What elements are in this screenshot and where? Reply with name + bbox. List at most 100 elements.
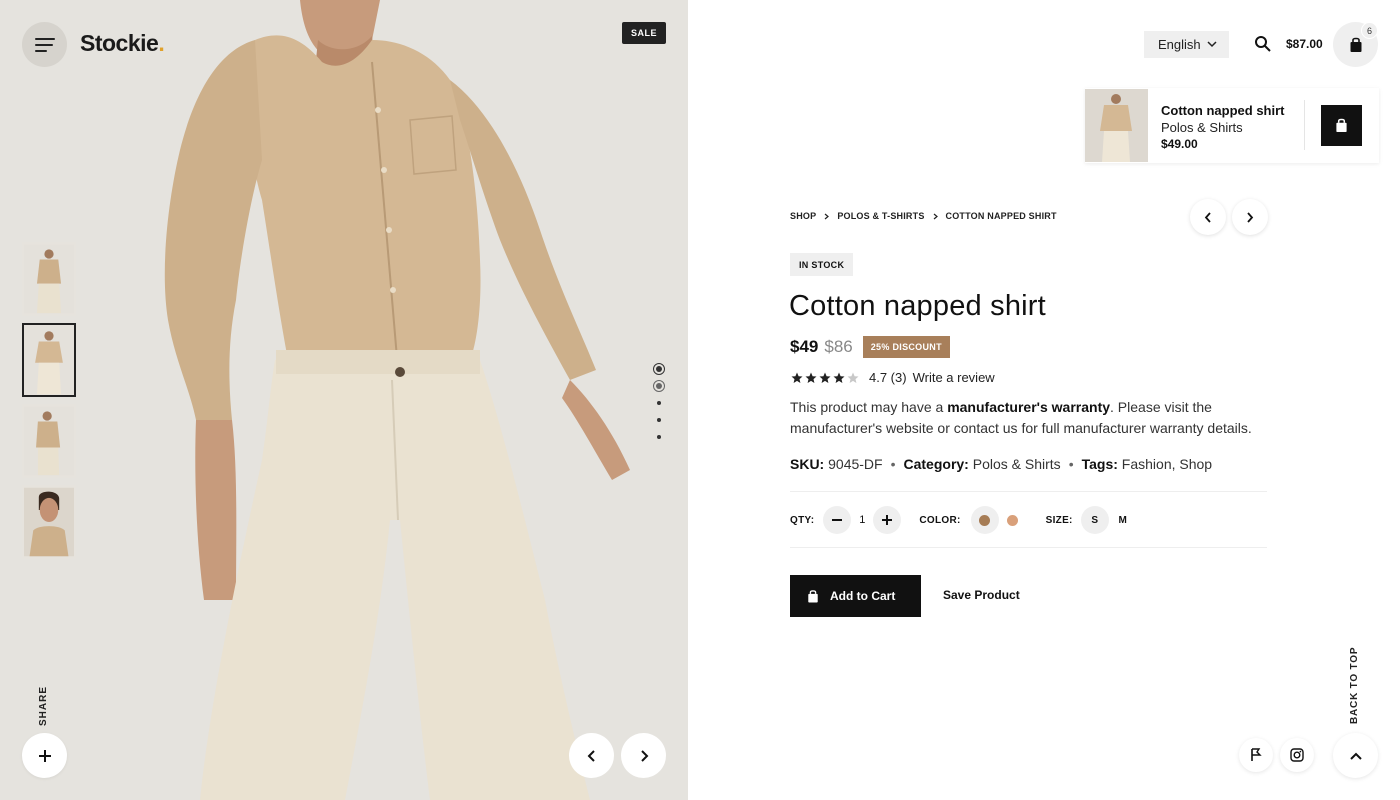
pagination-dot-fill xyxy=(657,434,661,439)
mini-product-category: Polos & Shirts xyxy=(1161,120,1243,135)
brand-dot: . xyxy=(158,30,165,56)
chevron-left-icon xyxy=(587,749,595,762)
star-empty-icon xyxy=(847,372,859,383)
thumbnail-front[interactable] xyxy=(22,242,76,316)
separator: • xyxy=(1068,456,1074,472)
discount-badge: 25% DISCOUNT xyxy=(862,336,950,358)
search-button[interactable] xyxy=(1254,35,1272,53)
current-price: $49 xyxy=(790,337,819,356)
star-filled-icon xyxy=(819,372,831,383)
qty-increase-button[interactable] xyxy=(873,506,902,534)
thumbnail-image xyxy=(24,406,74,476)
divider xyxy=(790,491,1267,492)
size-s-button[interactable]: S xyxy=(1080,506,1109,534)
product-gallery: Stockie. SALE SHARE xyxy=(0,0,688,800)
chevron-right-icon xyxy=(933,213,938,220)
pagination-dot-ring xyxy=(653,379,665,392)
color-label: COLOR: xyxy=(919,514,961,526)
back-to-top-label[interactable]: BACK TO TOP xyxy=(1349,647,1360,724)
breadcrumb-category[interactable]: POLOS & T-SHIRTS xyxy=(837,211,924,221)
sku-label: SKU: xyxy=(790,456,825,472)
add-to-cart-button[interactable]: Add to Cart xyxy=(790,575,921,617)
write-review-link[interactable]: Write a review xyxy=(913,370,995,385)
cart-count-badge: 6 xyxy=(1361,22,1378,39)
next-product-button[interactable] xyxy=(1232,199,1268,235)
thumbnail-image xyxy=(24,244,74,314)
star-filled-icon xyxy=(833,372,845,383)
pagination-dot[interactable] xyxy=(652,411,666,428)
color-swatch-brown[interactable] xyxy=(970,506,999,534)
language-label: English xyxy=(1158,37,1201,52)
menu-button[interactable] xyxy=(22,22,67,67)
qty-label: QTY: xyxy=(790,514,815,526)
gallery-prev-button[interactable] xyxy=(569,733,614,778)
star-filled-icon xyxy=(791,372,803,383)
warranty-link[interactable]: manufacturer's warranty xyxy=(947,399,1110,415)
breadcrumb: SHOP POLOS & T-SHIRTS COTTON NAPPED SHIR… xyxy=(790,211,1057,221)
pagination-dot-ring xyxy=(653,362,665,375)
pagination-dot-fill xyxy=(657,417,661,422)
qty-decrease-button[interactable] xyxy=(823,506,852,534)
shopping-bag-icon xyxy=(808,589,818,602)
cart-total[interactable]: $87.00 xyxy=(1286,37,1323,51)
chevron-up-icon xyxy=(1349,752,1362,760)
color-dot xyxy=(1007,514,1019,526)
breadcrumb-shop[interactable]: SHOP xyxy=(790,211,816,221)
pagination-dot-fill xyxy=(657,400,661,405)
mini-add-to-cart-button[interactable] xyxy=(1321,105,1362,146)
flag-button[interactable] xyxy=(1239,738,1273,772)
pagination-dot[interactable] xyxy=(652,428,666,445)
breadcrumb-current: COTTON NAPPED SHIRT xyxy=(945,211,1057,221)
hamburger-line xyxy=(35,50,47,52)
product-meta: SKU: 9045-DF • Category: Polos & Shirts … xyxy=(790,456,1212,472)
pagination-dot[interactable] xyxy=(652,360,666,377)
category-label: Category: xyxy=(903,456,969,472)
size-m-button[interactable]: M xyxy=(1109,506,1137,534)
save-product-button[interactable]: Save Product xyxy=(943,588,1020,602)
product-main-image xyxy=(0,0,688,800)
chevron-right-icon xyxy=(1247,211,1254,223)
sticky-product-card: Cotton napped shirt Polos & Shirts $49.0… xyxy=(1085,88,1379,163)
mini-product-photo xyxy=(1085,89,1148,162)
previous-product-button[interactable] xyxy=(1190,199,1226,235)
hamburger-icon xyxy=(35,38,55,40)
divider xyxy=(1304,100,1305,150)
sku-value: 9045-DF xyxy=(828,456,883,472)
gallery-next-button[interactable] xyxy=(621,733,666,778)
plus-icon xyxy=(882,515,893,525)
old-price: $86 xyxy=(824,337,853,356)
color-dot xyxy=(979,514,991,526)
star-filled-icon xyxy=(805,372,817,383)
rating-stars xyxy=(790,371,860,385)
instagram-icon xyxy=(1290,748,1304,762)
color-swatch-tan[interactable] xyxy=(999,506,1027,534)
brand-logo[interactable]: Stockie. xyxy=(80,30,165,57)
tags-label: Tags: xyxy=(1081,456,1118,472)
size-label: SIZE: xyxy=(1045,514,1073,526)
thumbnail-active[interactable] xyxy=(22,323,76,397)
qty-value[interactable]: 1 xyxy=(851,514,873,526)
mini-product-name[interactable]: Cotton napped shirt xyxy=(1161,103,1285,118)
instagram-button[interactable] xyxy=(1280,738,1314,772)
search-icon xyxy=(1255,36,1271,52)
product-description: This product may have a manufacturer's w… xyxy=(790,397,1268,439)
language-selector[interactable]: English xyxy=(1144,31,1229,58)
share-button[interactable] xyxy=(22,733,67,778)
product-title: Cotton napped shirt xyxy=(789,290,1046,322)
sale-badge: SALE xyxy=(622,22,666,44)
brand-name: Stockie xyxy=(80,30,159,56)
minus-icon xyxy=(832,519,843,521)
thumbnail-list xyxy=(22,242,76,566)
description-text: This product may have a xyxy=(790,399,948,415)
pagination-dot[interactable] xyxy=(652,377,666,394)
pagination-dot[interactable] xyxy=(652,394,666,411)
hamburger-line xyxy=(35,44,53,46)
category-value[interactable]: Polos & Shirts xyxy=(973,456,1061,472)
back-to-top-button[interactable] xyxy=(1333,733,1378,778)
tags-value[interactable]: Fashion, Shop xyxy=(1122,456,1212,472)
separator: • xyxy=(890,456,896,472)
thumbnail-side[interactable] xyxy=(22,404,76,478)
chevron-right-icon xyxy=(640,749,648,762)
thumbnail-image xyxy=(24,325,74,395)
thumbnail-portrait[interactable] xyxy=(22,485,76,559)
